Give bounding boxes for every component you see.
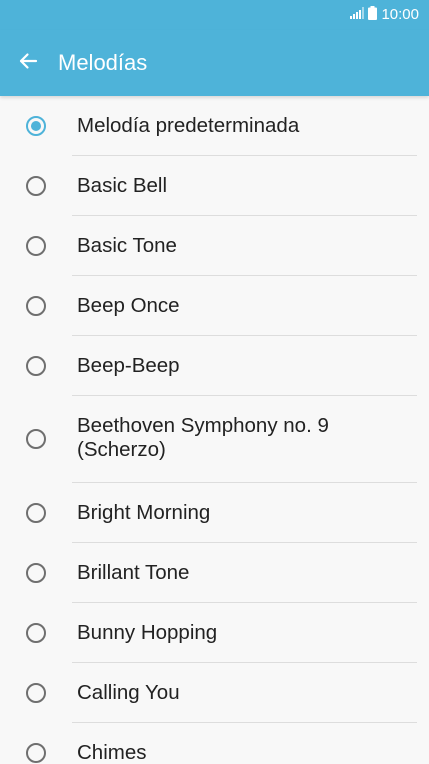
ringtone-item[interactable]: Beep-Beep (0, 336, 429, 396)
app-bar: Melodías (0, 30, 429, 96)
ringtone-item[interactable]: Melodía predeterminada (0, 96, 429, 156)
ringtone-label: Calling You (77, 681, 180, 704)
status-icons: 10:00 (350, 5, 419, 25)
ringtone-item[interactable]: Bright Morning (0, 483, 429, 543)
ringtone-label: Bright Morning (77, 501, 211, 524)
radio-button[interactable] (26, 743, 46, 763)
ringtone-label: Basic Bell (77, 174, 168, 197)
ringtone-label: Basic Tone (77, 234, 177, 257)
radio-button[interactable] (26, 503, 46, 523)
battery-icon (368, 5, 378, 25)
ringtone-item[interactable]: Beep Once (0, 276, 429, 336)
ringtone-item[interactable]: Basic Bell (0, 156, 429, 216)
radio-button[interactable] (26, 623, 46, 643)
radio-button[interactable] (26, 356, 46, 376)
radio-button[interactable] (26, 116, 46, 136)
ringtone-label: Bunny Hopping (77, 621, 218, 644)
arrow-left-icon (18, 51, 38, 76)
radio-button[interactable] (26, 563, 46, 583)
back-button[interactable] (12, 47, 44, 79)
ringtone-item[interactable]: Chimes (0, 723, 429, 764)
ringtone-item[interactable]: Calling You (0, 663, 429, 723)
ringtone-label: Beep Once (77, 294, 180, 317)
radio-button[interactable] (26, 176, 46, 196)
ringtone-label: Chimes (77, 741, 147, 764)
radio-button[interactable] (26, 236, 46, 256)
ringtone-label: Beep-Beep (77, 354, 180, 377)
status-time: 10:00 (381, 6, 419, 23)
ringtone-list: Melodía predeterminada Basic Bell Basic … (0, 96, 429, 764)
ringtone-label: Beethoven Symphony no. 9 (Scherzo) (77, 414, 329, 461)
ringtone-label: Melodía predeterminada (77, 114, 300, 137)
radio-button[interactable] (26, 429, 46, 449)
radio-button[interactable] (26, 683, 46, 703)
ringtone-item[interactable]: Basic Tone (0, 216, 429, 276)
ringtone-label: Brillant Tone (77, 561, 190, 584)
status-bar: 10:00 (0, 0, 429, 30)
signal-icon (350, 6, 365, 24)
ringtone-item[interactable]: Bunny Hopping (0, 603, 429, 663)
ringtone-item[interactable]: Beethoven Symphony no. 9 (Scherzo) (0, 396, 429, 483)
radio-button[interactable] (26, 296, 46, 316)
page-title: Melodías (58, 50, 148, 75)
ringtone-item[interactable]: Brillant Tone (0, 543, 429, 603)
